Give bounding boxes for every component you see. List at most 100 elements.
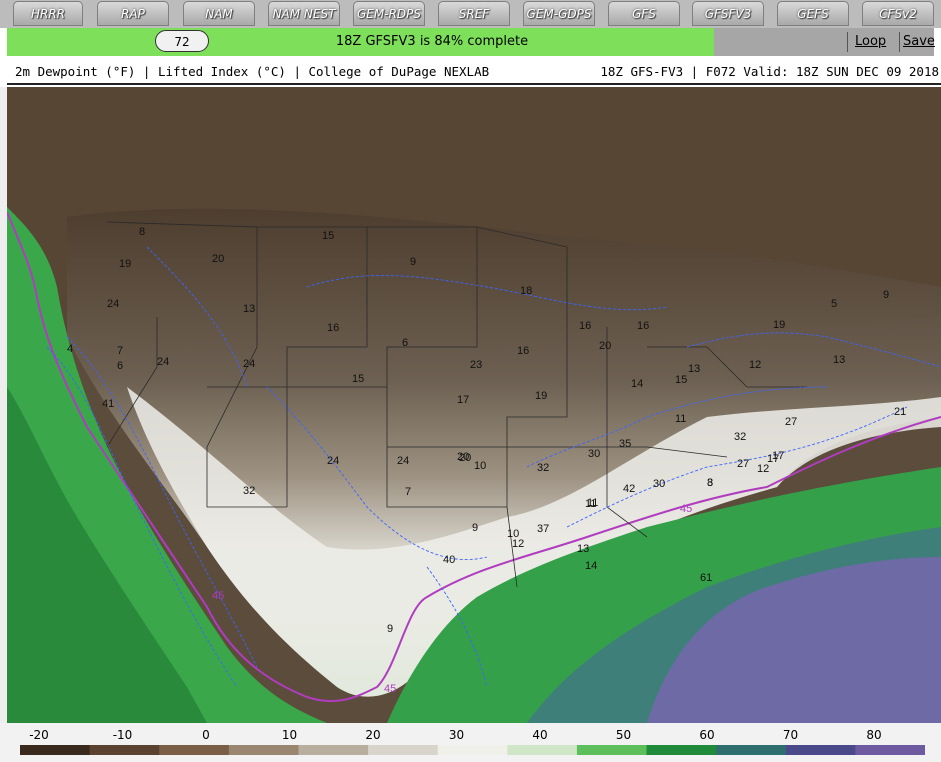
dewpoint-label: 6 xyxy=(402,337,408,349)
valid-time: 18Z GFS-FV3 | F072 Valid: 18Z SUN DEC 09… xyxy=(600,64,939,79)
dewpoint-label: 16 xyxy=(517,345,529,357)
dewpoint-label: 12 xyxy=(757,463,769,475)
dewpoint-label: 5 xyxy=(831,298,837,310)
color-scale-bar xyxy=(20,745,925,755)
dewpoint-label: 4 xyxy=(67,343,73,355)
dewpoint-label: 30 xyxy=(653,478,665,490)
dewpoint-label: 14 xyxy=(585,560,597,572)
divider xyxy=(899,32,900,52)
dewpoint-label: 35 xyxy=(619,438,631,450)
scale-color-segment xyxy=(576,745,648,755)
tab-gfs[interactable]: GFS xyxy=(608,1,680,26)
scale-tick-label: 70 xyxy=(782,728,799,742)
scale-color-segment xyxy=(716,745,787,755)
scale-color-segment xyxy=(368,745,439,755)
dewpoint-label: 17 xyxy=(772,450,784,462)
dewpoint-label: 12 xyxy=(749,359,761,371)
left-edge xyxy=(0,87,7,723)
tab-nam[interactable]: NAM xyxy=(183,1,255,26)
dewpoint-label: 16 xyxy=(327,322,339,334)
scale-color-segment xyxy=(228,745,299,755)
dewpoint-label: 24 xyxy=(157,356,169,368)
dewpoint-label: 23 xyxy=(470,359,482,371)
dewpoint-label: 18 xyxy=(520,285,532,297)
dewpoint-label: 24 xyxy=(243,358,255,370)
scale-tick-label: -20 xyxy=(29,728,49,742)
tab-gem-rdps[interactable]: GEM-RDPS xyxy=(353,1,425,26)
scale-color-segment xyxy=(507,745,578,755)
scale-color-segment xyxy=(646,745,717,755)
scale-tick-label: 0 xyxy=(202,728,210,742)
dewpoint-label: 32 xyxy=(734,431,746,443)
dewpoint-label: 24 xyxy=(327,455,339,467)
scale-color-segment xyxy=(89,745,160,755)
tab-sref[interactable]: SREF xyxy=(438,1,510,26)
dewpoint-label: 10 xyxy=(474,460,486,472)
dewpoint-label: 15 xyxy=(322,230,334,242)
dewpoint-label: 13 xyxy=(833,354,845,366)
scale-color-segment xyxy=(437,745,508,755)
color-scale: -20 -10 0 10 20 30 40 50 60 70 80 xyxy=(0,723,941,762)
dewpoint-label: 9 xyxy=(883,289,889,301)
tab-hrrr[interactable]: HRRR xyxy=(13,1,83,26)
dewpoint-label: 61 xyxy=(700,572,712,584)
tab-cfsv2[interactable]: CFSv2 xyxy=(862,1,934,26)
scale-tick-label: 30 xyxy=(448,728,465,742)
dewpoint-label: 27 xyxy=(785,416,797,428)
dewpoint-label: 7 xyxy=(117,345,123,357)
dewpoint-label: 9 xyxy=(472,522,478,534)
tab-gfsfv3[interactable]: GFSFV3 xyxy=(692,1,764,26)
scale-color-segment xyxy=(20,745,91,755)
dewpoint-label: 17 xyxy=(457,394,469,406)
tab-nam-nest[interactable]: NAM NEST xyxy=(268,1,340,26)
scale-color-segment xyxy=(159,745,230,755)
dewpoint-label: 32 xyxy=(537,462,549,474)
dewpoint-label: 6 xyxy=(117,360,123,372)
scale-tick-label: 60 xyxy=(699,728,715,742)
forecast-map[interactable]: 8 19 20 15 9 24 13 16 18 16 16 19 5 9 24 24 15 20 23 16 12 13… xyxy=(7,87,941,723)
dewpoint-label: 19 xyxy=(535,390,547,402)
save-button[interactable]: Save xyxy=(903,32,935,52)
status-bar: 72 18Z GFSFV3 is 84% complete Loop Save xyxy=(7,28,935,56)
frame-selector[interactable]: 72 xyxy=(155,30,209,52)
dewpoint-label: 13 xyxy=(688,363,700,375)
scale-color-segment xyxy=(855,745,925,755)
dewpoint-label: 20 xyxy=(457,451,469,463)
divider xyxy=(847,32,848,52)
dewpoint-label: 24 xyxy=(397,455,409,467)
dewpoint-label: 8 xyxy=(707,477,713,489)
scale-tick-label: 50 xyxy=(615,728,632,742)
model-tab-bar: HRRR RAP NAM NAM NEST GEM-RDPS SREF GEM-… xyxy=(0,0,941,28)
dewpoint-label: 14 xyxy=(631,378,643,390)
dewpoint-label: 19 xyxy=(773,319,785,331)
dewpoint-label: 13 xyxy=(243,303,255,315)
scale-tick-label: -10 xyxy=(112,728,133,742)
dewpoint-label: 7 xyxy=(405,486,411,498)
dewpoint-label: 11 xyxy=(585,498,596,510)
dewpoint-label: 9 xyxy=(387,623,393,635)
scale-color-segment xyxy=(785,745,856,755)
scale-tick-label: 40 xyxy=(532,728,548,742)
dewpoint-label: 11 xyxy=(675,413,686,425)
tab-rap[interactable]: RAP xyxy=(97,1,169,26)
dewpoint-label: 45 xyxy=(212,590,224,602)
dewpoint-label: 32 xyxy=(243,485,255,497)
dewpoint-label: 24 xyxy=(107,298,119,310)
dewpoint-label: 30 xyxy=(588,448,600,460)
tab-gem-gdps[interactable]: GEM-GDPS xyxy=(523,1,595,26)
dewpoint-label: 16 xyxy=(579,320,591,332)
dewpoint-label: 9 xyxy=(410,256,416,268)
product-title: 2m Dewpoint (°F) | Lifted Index (°C) | C… xyxy=(15,64,490,79)
dewpoint-label: 15 xyxy=(675,374,687,386)
dewpoint-label: 19 xyxy=(119,258,131,270)
dewpoint-label: 13 xyxy=(577,543,589,555)
dewpoint-label: 37 xyxy=(537,523,549,535)
map-info-bar: 2m Dewpoint (°F) | Lifted Index (°C) | C… xyxy=(7,59,941,85)
dewpoint-label: 40 xyxy=(443,554,455,566)
loop-button[interactable]: Loop xyxy=(855,32,886,52)
dewpoint-label: 45 xyxy=(680,503,692,515)
dewpoint-label: 10 xyxy=(507,528,519,540)
dewpoint-label: 45 xyxy=(384,683,396,695)
tab-gefs[interactable]: GEFS xyxy=(777,1,849,26)
dewpoint-label: 20 xyxy=(599,340,611,352)
